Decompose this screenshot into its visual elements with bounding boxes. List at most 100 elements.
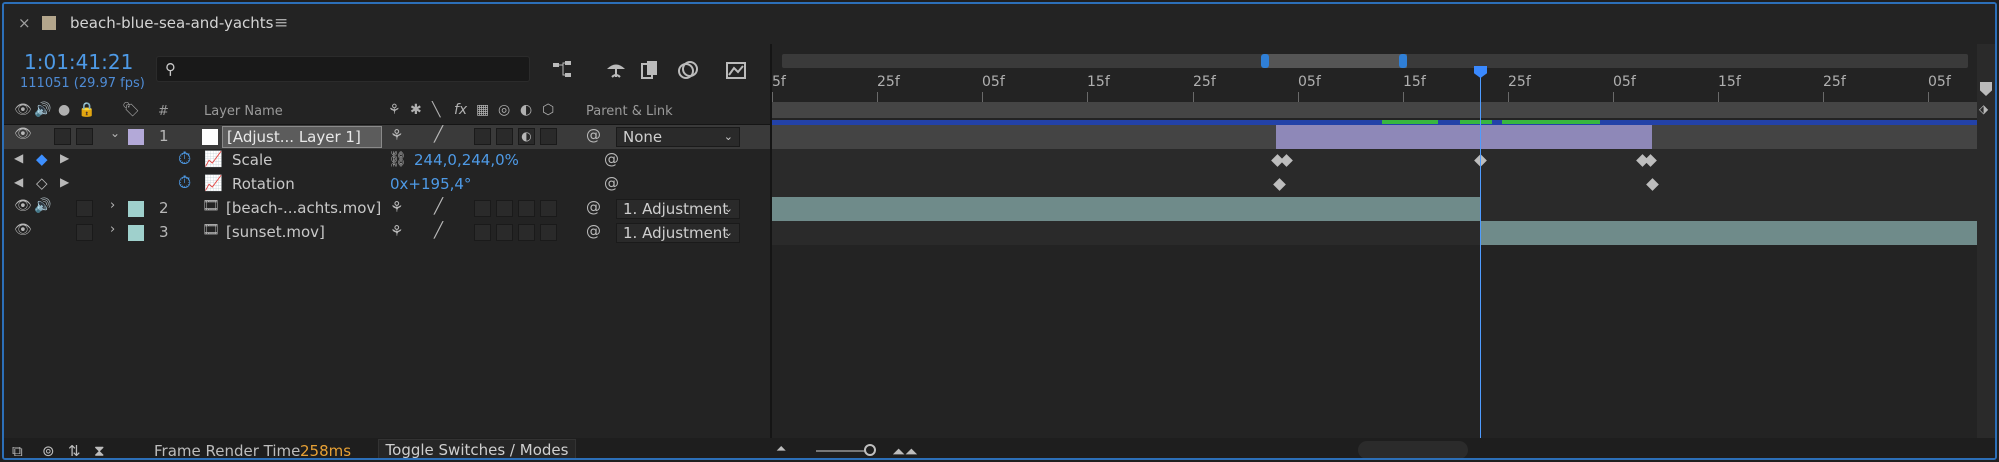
comp-flowchart-icon[interactable] [550,58,574,82]
graph-editor-icon[interactable] [724,58,748,82]
effects-switch[interactable] [474,200,491,217]
lock-icon[interactable]: 🔒 [78,102,95,118]
layer-row-1[interactable]: 👁 ⌄ 1 [Adjust... Layer 1] ⚘ ╱ ◐ @ None ⌄ [4,125,770,149]
motion-blur-icon[interactable] [676,58,700,82]
pick-whip-icon[interactable]: @ [586,222,601,240]
chevron-down-icon[interactable]: ⌄ [110,126,120,140]
zoom-in-icon[interactable]: ⏶⏶ [892,442,918,458]
current-time-indicator-line[interactable] [1480,66,1481,443]
scale-keyframe-track[interactable] [772,149,1977,173]
lock-toggle[interactable] [76,200,93,217]
graph-icon[interactable]: 📈 [204,150,223,168]
shy-layers-icon[interactable] [604,58,628,82]
label-color-swatch[interactable] [128,201,144,217]
lock-toggle[interactable] [76,224,93,241]
pick-whip-icon[interactable]: @ [586,198,601,216]
next-keyframe-icon[interactable]: ▶ [60,151,69,165]
keyframe[interactable] [1646,178,1659,191]
time-ruler[interactable]: 5f 25f 05f 15f 25f 05f 15f 25f 05f 15f 25f 05f [772,72,1977,102]
layer-3-track[interactable] [772,221,1977,245]
close-tab-icon[interactable]: × [18,14,31,32]
frame-blend-switch[interactable] [496,224,513,241]
time-navigator-range[interactable] [1265,54,1407,68]
current-time-display[interactable]: 1:01:41:21 [24,50,133,74]
solo-icon[interactable]: ● [58,102,70,118]
shy-switch-icon[interactable]: ⚘ [390,198,403,216]
label-color-swatch[interactable] [128,225,144,241]
stopwatch-icon[interactable]: ⏱ [178,149,191,169]
visibility-eye-icon[interactable]: 👁 [14,222,32,238]
visibility-eye-icon[interactable]: 👁 [14,126,32,142]
layer-name-field[interactable]: [Adjust... Layer 1] [222,126,382,148]
keyframe[interactable] [1280,154,1293,167]
prev-keyframe-icon[interactable]: ◀ [14,175,23,189]
zoom-slider-track[interactable] [816,450,866,452]
property-row-scale[interactable]: ◀ ◆ ▶ ⏱ 📈 Scale ⛓ 244,0,244,0% @ [4,149,770,173]
layer-row-3[interactable]: 👁 › 3 🎞 [sunset.mov] ⚘ ╱ @ 1. Adjustment… [4,221,770,245]
keyframe[interactable] [1644,154,1657,167]
layer-name-column-header[interactable]: Layer Name [204,104,283,119]
layer-name[interactable]: [beach-...achts.mov] [226,199,381,217]
quality-switch-icon[interactable]: ╱ [434,125,443,143]
video-eye-icon[interactable]: 👁 [14,102,32,118]
property-value[interactable]: 244,0,244,0% [414,151,519,169]
work-area-bar[interactable] [772,102,1977,118]
graph-icon[interactable]: 📈 [204,174,223,192]
footage-layer-bar[interactable] [1481,221,1977,245]
3d-layer-switch[interactable] [540,128,557,145]
next-keyframe-icon[interactable]: ▶ [60,175,69,189]
add-keyframe-icon[interactable]: ◇ [36,174,48,192]
parent-link-column-header[interactable]: Parent & Link [586,104,673,119]
quality-switch-icon[interactable]: ╱ [434,221,443,239]
layer-row-2[interactable]: 👁 🔊 › 2 🎞 [beach-...achts.mov] ⚘ ╱ @ 1. … [4,197,770,221]
panel-menu-icon[interactable]: ≡ [274,13,288,33]
frame-blend-switch[interactable] [496,128,513,145]
visibility-eye-icon[interactable]: 👁 [14,198,32,214]
effects-switch[interactable] [474,128,491,145]
parent-dropdown[interactable]: 1. Adjustment ⌄ [616,223,740,243]
pick-whip-icon[interactable]: @ [586,126,601,144]
layer-2-track[interactable] [772,197,1977,221]
3d-layer-switch[interactable] [540,200,557,217]
lock-toggle[interactable] [76,128,93,145]
motion-blur-switch[interactable] [518,200,535,217]
label-tag-icon[interactable]: 🏷 [122,102,140,118]
footage-layer-bar[interactable] [772,197,1480,221]
frame-blending-icon[interactable] [638,58,662,82]
parent-dropdown[interactable]: None ⌄ [616,127,740,147]
work-area-end-marker-icon[interactable] [1980,82,1992,96]
comp-tab-title[interactable]: beach-blue-sea-and-yachts [70,14,273,32]
zoom-out-icon[interactable]: ⏶ [776,442,786,457]
constrain-proportions-icon[interactable]: ⛓ [388,150,407,168]
rotation-keyframe-track[interactable] [772,173,1977,197]
shy-switch-icon[interactable]: ⚘ [390,222,403,240]
add-keyframe-icon[interactable]: ◆ [36,150,48,168]
layer-name[interactable]: [sunset.mov] [226,223,325,241]
in-out-toggle-icon[interactable]: ⇅ [68,442,81,458]
audio-icon[interactable]: 🔊 [34,102,51,118]
property-row-rotation[interactable]: ◀ ◇ ▶ ⏱ 📈 Rotation 0x+195,4° @ [4,173,770,197]
adjustment-switch-icon[interactable]: ◐ [518,128,535,145]
quality-switch-icon[interactable]: ╱ [434,197,443,215]
solo-toggle[interactable] [54,128,71,145]
parent-dropdown[interactable]: 1. Adjustment ⌄ [616,199,740,219]
stopwatch-icon[interactable]: ⏱ [178,173,191,193]
property-value[interactable]: 0x+195,4° [390,175,471,193]
layer-1-track[interactable] [772,125,1977,149]
toggle-switches-modes-button[interactable]: Toggle Switches / Modes [378,439,576,458]
pick-whip-icon[interactable]: @ [604,174,619,192]
audio-icon[interactable]: 🔊 [34,198,51,214]
3d-layer-switch[interactable] [540,224,557,241]
horizontal-scrollbar[interactable] [1358,441,1468,458]
chevron-right-icon[interactable]: › [110,198,115,213]
effects-switch[interactable] [474,224,491,241]
navigator-end-handle[interactable] [1399,54,1407,68]
timeline-area[interactable]: 5f 25f 05f 15f 25f 05f 15f 25f 05f 15f 25f 05f [772,44,1977,444]
render-time-toggle-icon[interactable]: ⧗ [94,442,105,458]
layer-search-input[interactable]: ⚲ [156,56,530,82]
layer-switches-toggle-icon[interactable]: ⧉ [12,442,23,458]
comp-marker-bin-icon[interactable]: ⬗ [1979,102,1988,116]
prev-keyframe-icon[interactable]: ◀ [14,151,23,165]
frame-blend-switch[interactable] [496,200,513,217]
transfer-controls-toggle-icon[interactable]: ⊚ [42,442,55,458]
